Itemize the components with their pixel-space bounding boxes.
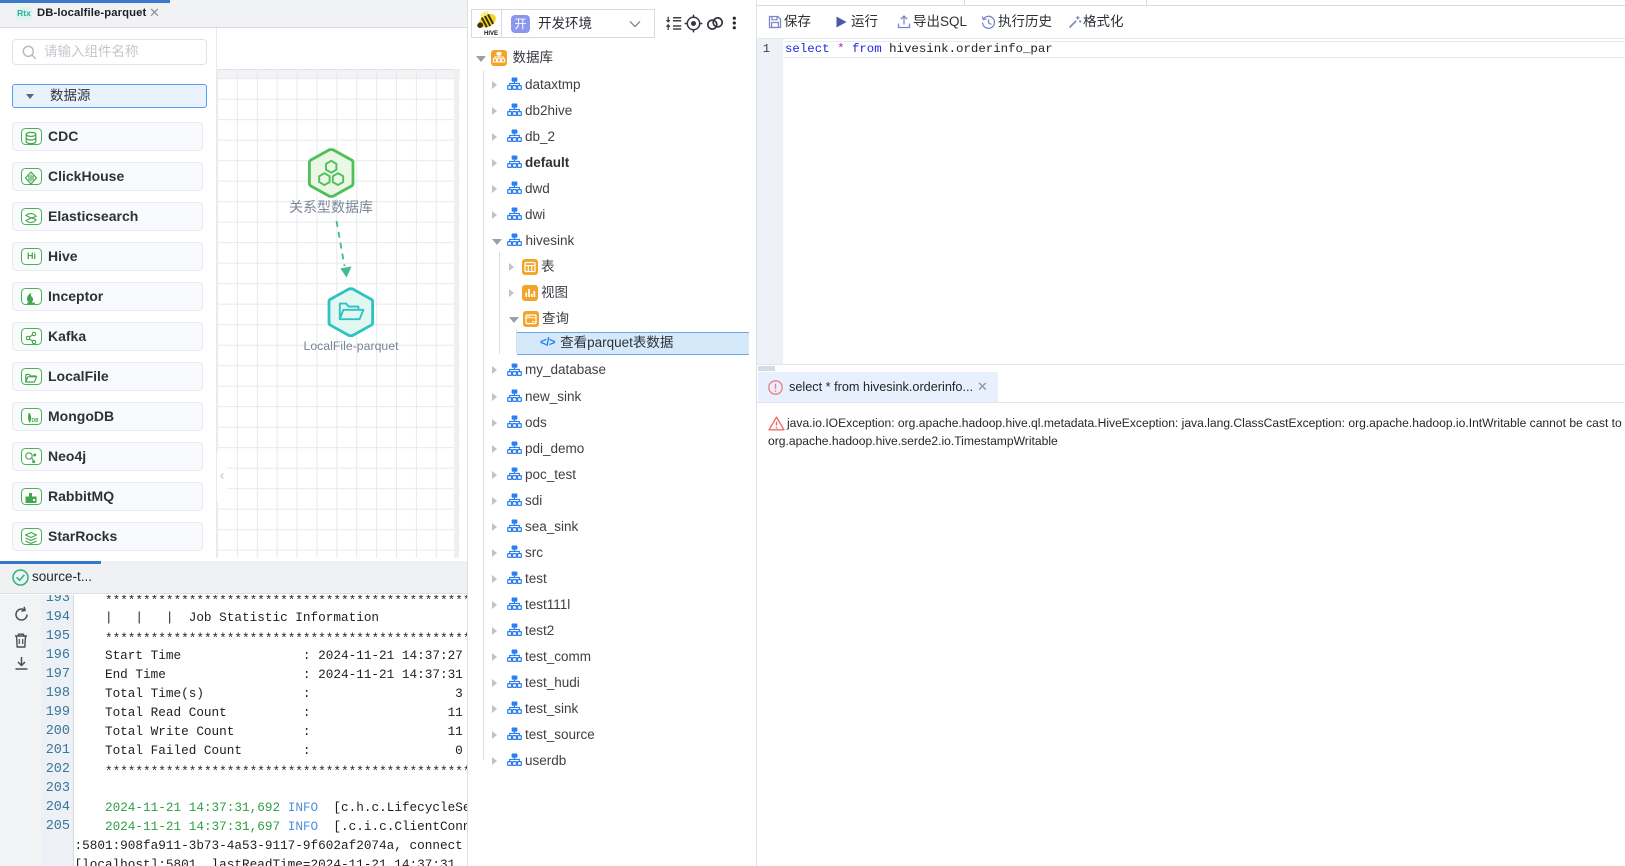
- svg-text:HIVE: HIVE: [484, 31, 498, 37]
- svg-text:DB: DB: [32, 418, 39, 424]
